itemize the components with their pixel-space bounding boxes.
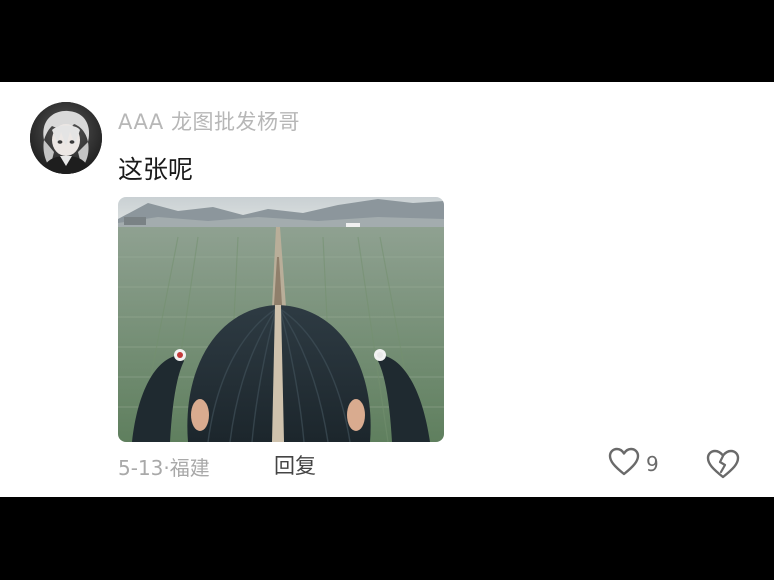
comment-date: 5-13	[118, 456, 164, 480]
user-avatar[interactable]	[30, 102, 102, 174]
like-button[interactable]: 9	[608, 447, 659, 481]
heart-outline-icon	[608, 447, 640, 481]
comment-location: 福建	[169, 456, 210, 480]
bottom-letterbox	[0, 497, 774, 580]
top-letterbox	[0, 0, 774, 82]
username[interactable]: AAA 龙图批发杨哥	[118, 106, 300, 136]
comment-card: AAA 龙图批发杨哥 这张呢 5-13·福建 回复 9	[0, 82, 774, 497]
reply-button[interactable]: 回复	[274, 450, 316, 480]
like-count: 9	[646, 452, 659, 476]
comment-meta: 5-13·福建	[118, 452, 210, 481]
dislike-button[interactable]	[706, 448, 740, 480]
comment-text: 这张呢	[118, 155, 194, 184]
broken-heart-icon	[706, 449, 740, 484]
comment-image[interactable]	[118, 197, 444, 442]
